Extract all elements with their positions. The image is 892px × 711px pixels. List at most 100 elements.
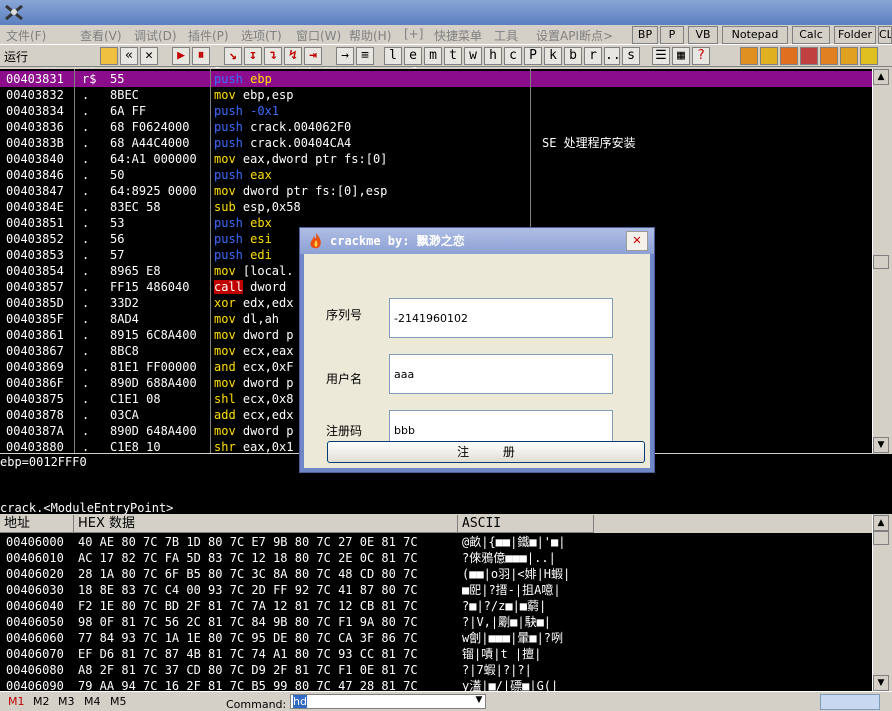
toolbar-m[interactable]: m [424, 47, 442, 65]
plugin-icon-1[interactable] [740, 47, 758, 65]
dump-row[interactable]: 00406040 F2 1E 80 7C BD 2F 81 7C 7A 12 81… [0, 598, 872, 614]
dump-scroll-down-icon[interactable]: ▼ [873, 675, 889, 691]
menu-options[interactable]: 选项(T) [241, 27, 282, 44]
toolbar-w[interactable]: w [464, 47, 482, 65]
tab-m4[interactable]: M4 [84, 695, 101, 708]
toolbar-s[interactable]: s [622, 47, 640, 65]
command-input[interactable]: hd [290, 694, 486, 709]
asm-icon[interactable] [840, 47, 858, 65]
dump-row[interactable]: 00406060 77 84 93 7C 1A 1E 80 7C 95 DE 80… [0, 630, 872, 646]
trace-over-icon[interactable]: ↯ [284, 47, 302, 65]
bp-button[interactable]: BP [632, 26, 658, 44]
hbp-icon[interactable] [800, 47, 818, 65]
toolbar-e[interactable]: e [404, 47, 422, 65]
trace-into-icon[interactable]: ↴ [264, 47, 282, 65]
play-icon[interactable]: ▶ [172, 47, 190, 65]
list-icon[interactable]: ☰ [652, 47, 670, 65]
step-into-icon[interactable]: ↘ [224, 47, 242, 65]
dump-row[interactable]: 00406010 AC 17 82 7C FA 5D 83 7C 12 18 80… [0, 550, 872, 566]
menu-help[interactable]: 帮助(H) [349, 27, 391, 44]
toolbar-more[interactable]: ... [604, 47, 628, 65]
menu-debug[interactable]: 调试(D) [134, 27, 177, 44]
notepad-button[interactable]: Notepad [722, 26, 788, 44]
close-icon[interactable]: ✕ [140, 47, 158, 65]
menu-window[interactable]: 窗口(W) [296, 27, 341, 44]
tab-m3[interactable]: M3 [58, 695, 75, 708]
column-divider[interactable] [210, 69, 211, 453]
dialog-close-button[interactable]: ✕ [626, 231, 648, 251]
toolbar-k[interactable]: k [544, 47, 562, 65]
tab-m5[interactable]: M5 [110, 695, 127, 708]
disasm-row[interactable]: 00403847. 64:8925 0000 mov dword ptr fs:[0… [0, 183, 872, 199]
open-icon[interactable] [100, 47, 118, 65]
dump-row[interactable]: 00406090 79 AA 94 7C 16 2F 81 7C B5 99 80… [0, 678, 872, 691]
disasm-row[interactable]: 0040383B. 68 A44C4000 push crack.00404CA4 S… [0, 135, 872, 151]
dump-row[interactable]: 00406030 18 8E 83 7C C4 00 93 7C 2D FF 92… [0, 582, 872, 598]
help-icon[interactable]: ? [692, 47, 710, 65]
rewind-icon[interactable]: « [120, 47, 138, 65]
disasm-row[interactable]: 00403832. 8BEC mov ebp,esp [0, 87, 872, 103]
dump-hex: 98 0F 81 7C 56 2C 81 7C 84 9B 80 7C F1 9… [78, 615, 418, 629]
disasm-hex: C1E8 10 [110, 440, 161, 453]
p-button[interactable]: P [660, 26, 684, 44]
username-field[interactable]: aaa [389, 354, 613, 394]
toolbar-b[interactable]: b [564, 47, 582, 65]
plugin-icon-2[interactable] [760, 47, 778, 65]
scroll-up-icon[interactable]: ▲ [873, 69, 889, 85]
goto-icon[interactable]: → [336, 47, 354, 65]
menu-view[interactable]: 查看(V) [80, 27, 122, 44]
disasm-row[interactable]: 00403834. 6A FF push -0x1 [0, 103, 872, 119]
disasm-row[interactable]: 0040384E. 83EC 58 sub esp,0x58 [0, 199, 872, 215]
cl-button[interactable]: CL [878, 26, 892, 44]
disassembly-scrollbar[interactable]: ▲ ▼ [872, 69, 889, 453]
scroll-thumb[interactable] [873, 255, 889, 269]
scroll-down-icon[interactable]: ▼ [873, 437, 889, 453]
tab-m1[interactable]: M1 [8, 695, 25, 708]
menu-plus[interactable]: [+] [404, 27, 423, 41]
disasm-row[interactable]: 00403836. 68 F0624000 push crack.004062F0 [0, 119, 872, 135]
disasm-row[interactable]: 00403846. 50 push eax [0, 167, 872, 183]
dump-scroll-up-icon[interactable]: ▲ [873, 515, 889, 531]
execute-till-return-icon[interactable]: ⇥ [304, 47, 322, 65]
pause-icon[interactable]: ⏸ [192, 47, 210, 65]
column-divider[interactable] [74, 69, 75, 453]
menu-shortcut[interactable]: 快捷菜单 [434, 27, 482, 44]
folder-button[interactable]: Folder [834, 26, 876, 44]
toolbar-r[interactable]: r [584, 47, 602, 65]
menu-plugins[interactable]: 插件(P) [188, 27, 229, 44]
toolbar-h[interactable]: h [484, 47, 502, 65]
menu-file[interactable]: 文件(F) [6, 27, 46, 44]
find-icon[interactable]: ≡ [356, 47, 374, 65]
toolbar-p[interactable]: P [524, 47, 542, 65]
plugin-icon-3[interactable] [780, 47, 798, 65]
dump-header-address[interactable]: 地址 [0, 515, 74, 533]
menu-tools[interactable]: 工具 [494, 27, 518, 44]
toolbar-l[interactable]: l [384, 47, 402, 65]
tab-m2[interactable]: M2 [33, 695, 50, 708]
dump-pane[interactable]: 00406000 40 AE 80 7C 7B 1D 80 7C E7 9B 80… [0, 533, 872, 691]
dump-scrollbar[interactable]: ▲ ▼ [872, 515, 889, 691]
plugin-icon-5[interactable] [860, 47, 878, 65]
dump-row[interactable]: 00406070 EF D6 81 7C 87 4B 81 7C 74 A1 80… [0, 646, 872, 662]
ime-indicator[interactable] [820, 694, 880, 710]
disasm-row[interactable]: 00403831 r$ 55 push ebp [0, 71, 872, 87]
toolbar-c[interactable]: c [504, 47, 522, 65]
dump-scroll-thumb[interactable] [873, 531, 889, 545]
grid-icon[interactable]: ▦ [672, 47, 690, 65]
command-dropdown-icon[interactable]: ▼ [472, 695, 486, 708]
dump-row[interactable]: 00406080 A8 2F 81 7C 37 CD 80 7C D9 2F 81… [0, 662, 872, 678]
step-over-icon[interactable]: ↧ [244, 47, 262, 65]
calc-button[interactable]: Calc [792, 26, 830, 44]
register-button[interactable]: 注 册 [327, 441, 645, 463]
serial-field[interactable]: -2141960102 [389, 298, 613, 338]
vb-button[interactable]: VB [688, 26, 718, 44]
dump-header-hex[interactable]: HEX 数据 [74, 515, 458, 533]
dump-row[interactable]: 00406050 98 0F 81 7C 56 2C 81 7C 84 9B 80… [0, 614, 872, 630]
disasm-row[interactable]: 00403840. 64:A1 000000 mov eax,dword ptr f… [0, 151, 872, 167]
dump-row[interactable]: 00406020 28 1A 80 7C 6F B5 80 7C 3C 8A 80… [0, 566, 872, 582]
dump-header-ascii[interactable]: ASCII [458, 515, 594, 533]
menu-api-breakpoint[interactable]: 设置API断点> [536, 27, 613, 44]
toolbar-t[interactable]: t [444, 47, 462, 65]
plugin-icon-4[interactable] [820, 47, 838, 65]
dump-row[interactable]: 00406000 40 AE 80 7C 7B 1D 80 7C E7 9B 80… [0, 534, 872, 550]
